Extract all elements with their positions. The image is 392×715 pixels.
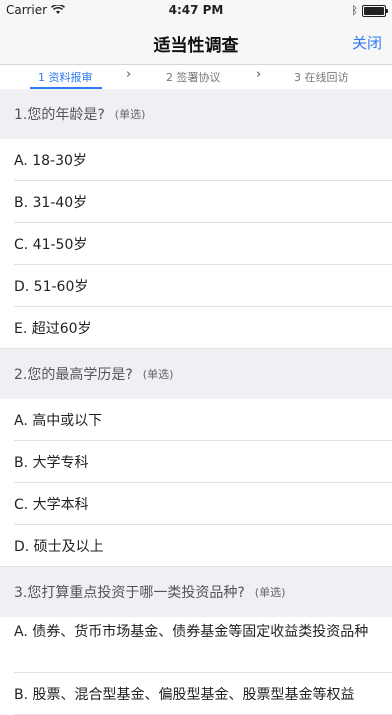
option-item[interactable]: D. 51-60岁 <box>0 265 392 307</box>
question-2-header: 2.您的最高学历是? (单选) <box>0 349 392 399</box>
question-title: 2.您的最高学历是? <box>14 367 133 383</box>
close-button[interactable]: 关闭 <box>352 32 382 53</box>
question-type: (单选) <box>254 586 286 599</box>
step-1: 1 资料报审 <box>38 71 93 84</box>
question-type: (单选) <box>142 368 174 381</box>
option-item[interactable]: B. 股票、混合型基金、偏股型基金、股票型基金等权益 <box>0 673 392 715</box>
option-item[interactable]: A. 债券、货币市场基金、债券基金等固定收益类投资品种 <box>0 617 392 673</box>
step-2: 2 签署协议 <box>166 71 221 84</box>
battery-icon <box>362 4 388 17</box>
status-time: 4:47 PM <box>168 3 224 17</box>
question-title: 3.您打算重点投资于哪一类投资品种? <box>14 585 245 601</box>
option-item[interactable]: E. 超过60岁 <box>0 307 392 349</box>
step-indicator: 1 资料报审 › 2 签署协议 › 3 在线回访 <box>0 65 392 89</box>
option-item[interactable]: C. 大学本科 <box>0 483 392 525</box>
active-step-underline <box>30 87 102 89</box>
question-1-header: 1.您的年龄是? (单选) <box>0 89 392 139</box>
chevron-right-icon: › <box>256 67 262 82</box>
chevron-right-icon: › <box>126 67 132 82</box>
option-item[interactable]: A. 18-30岁 <box>0 139 392 181</box>
question-title: 1.您的年龄是? <box>14 107 105 123</box>
question-3-header: 3.您打算重点投资于哪一类投资品种? (单选) <box>0 567 392 617</box>
option-item[interactable]: D. 硕士及以上 <box>0 525 392 567</box>
bluetooth-icon: ᛒ <box>351 4 358 17</box>
question-type: (单选) <box>114 108 146 121</box>
status-right: ᛒ <box>351 4 388 17</box>
option-item[interactable]: B. 大学专科 <box>0 441 392 483</box>
step-3: 3 在线回访 <box>294 71 349 84</box>
option-item[interactable]: C. 41-50岁 <box>0 223 392 265</box>
status-bar: Carrier 4:47 PM ᛒ <box>0 0 392 20</box>
nav-bar: 适当性调查 关闭 <box>0 20 392 65</box>
option-item[interactable]: A. 高中或以下 <box>0 399 392 441</box>
option-item[interactable]: B. 31-40岁 <box>0 181 392 223</box>
page-title: 适当性调查 <box>153 36 239 56</box>
